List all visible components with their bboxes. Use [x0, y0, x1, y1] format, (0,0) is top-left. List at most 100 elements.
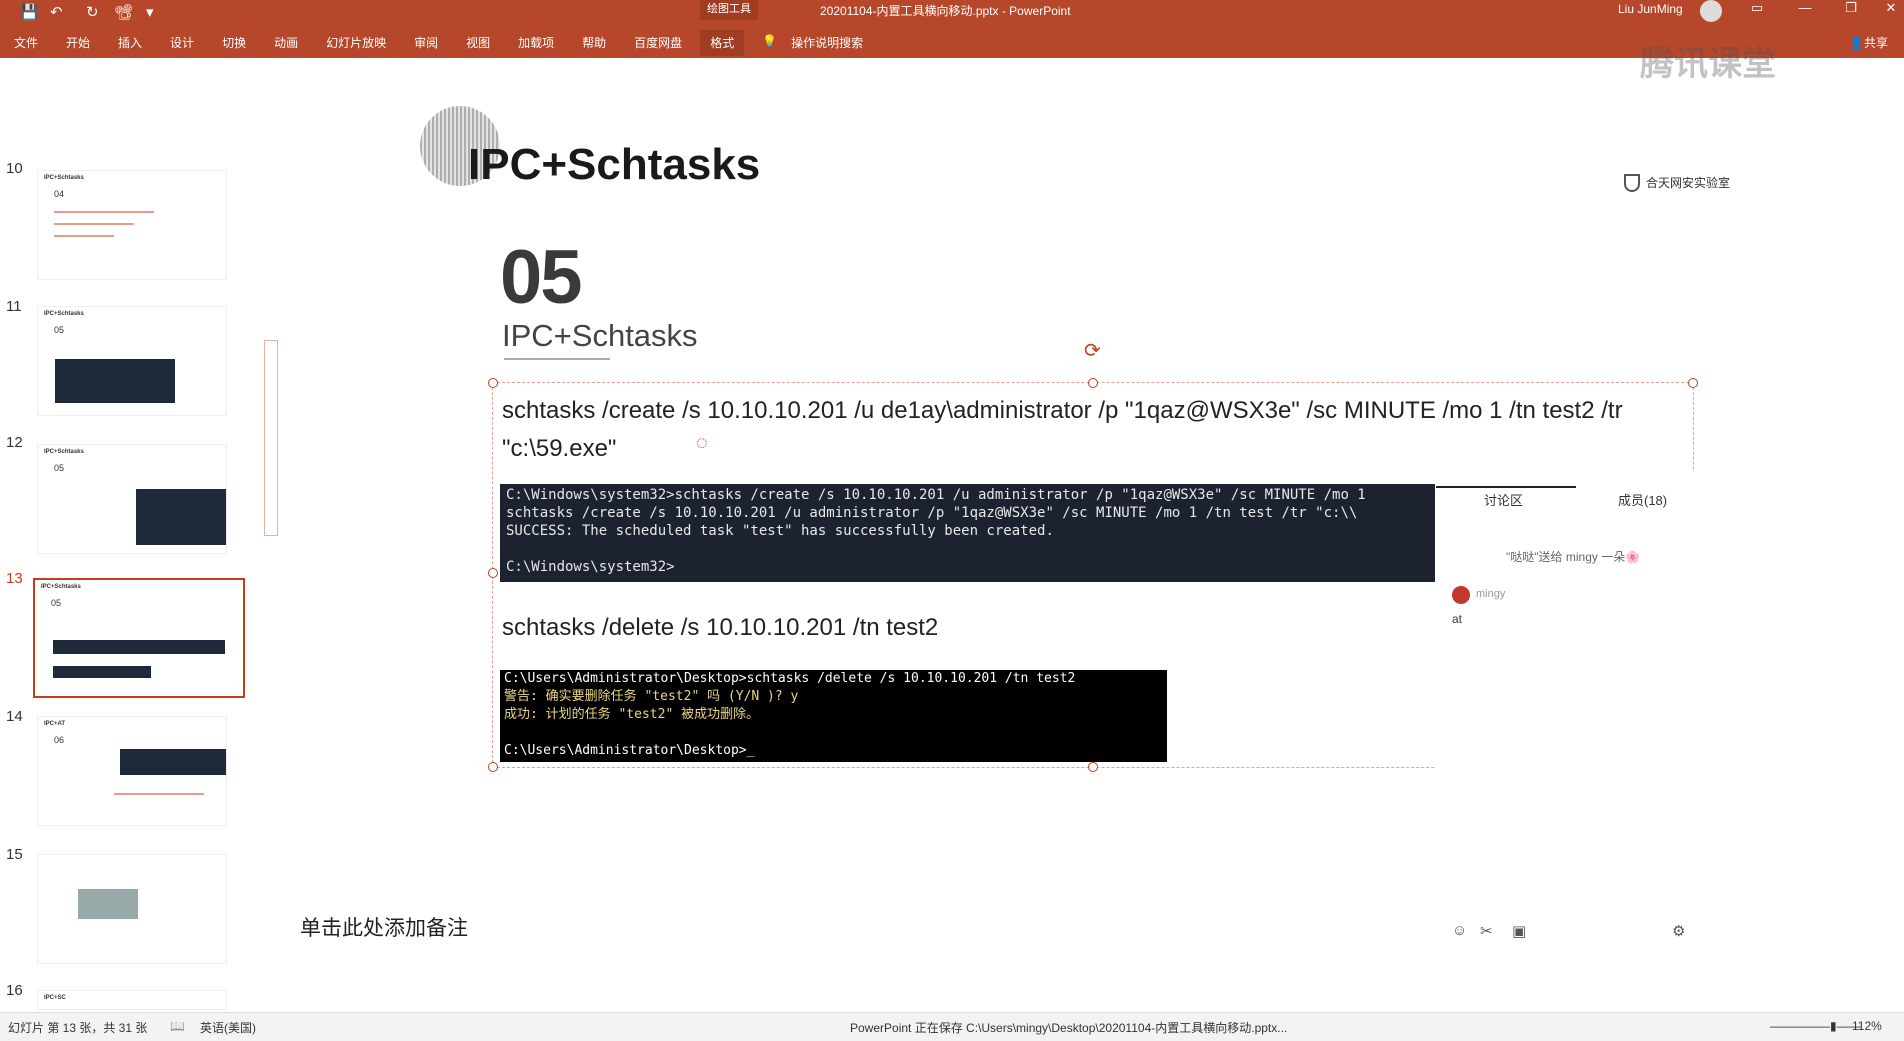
terminal-line: SUCCESS: The scheduled task "test" has s…: [506, 523, 1054, 539]
tab-file[interactable]: 文件: [14, 30, 38, 56]
slide-thumbnail[interactable]: IPC+Schtasks 04: [37, 170, 227, 280]
terminal-line: C:\Users\Administrator\Desktop>schtasks …: [504, 671, 1076, 686]
slide-number: 12: [6, 434, 23, 451]
terminal-screenshot-delete: C:\Users\Administrator\Desktop>schtasks …: [500, 670, 1167, 762]
terminal-line: C:\Windows\system32>schtasks /create /s …: [506, 487, 1366, 503]
tab-addins[interactable]: 加载项: [518, 30, 554, 56]
chat-user-name[interactable]: mingy: [1476, 588, 1505, 600]
shield-icon: [1624, 174, 1640, 192]
tab-transitions[interactable]: 切换: [222, 30, 246, 56]
tab-animations[interactable]: 动画: [274, 30, 298, 56]
emoji-icon[interactable]: ☺: [1452, 922, 1467, 939]
slide-number: 10: [6, 160, 23, 177]
command-create-text[interactable]: schtasks /create /s 10.10.10.201 /u de1a…: [502, 392, 1682, 468]
section-number[interactable]: 05: [500, 234, 583, 321]
slide-title[interactable]: IPC+Schtasks: [468, 140, 760, 190]
resize-handle[interactable]: [1088, 378, 1098, 388]
resize-handle[interactable]: [488, 762, 498, 772]
avatar[interactable]: [1700, 0, 1722, 22]
tab-help[interactable]: 帮助: [582, 30, 606, 56]
thumb-number: 06: [54, 735, 65, 745]
title-bar: 💾 ↶ ↻ 📽 ▾ 绘图工具 20201104-内置工具横向移动.pptx - …: [0, 0, 1904, 58]
slideshow-icon[interactable]: 📽: [114, 3, 133, 21]
redo-icon[interactable]: ↻: [86, 3, 99, 21]
tab-indicator: [1436, 486, 1576, 488]
slide-number: 16: [6, 982, 23, 999]
thumb-title: IPC+Schtasks: [44, 449, 84, 455]
slide-thumbnail[interactable]: IPC+SC: [37, 990, 227, 1010]
tab-home[interactable]: 开始: [66, 30, 90, 56]
thumb-number: 05: [54, 325, 65, 335]
slide-thumbnail[interactable]: IPC+Schtasks 05: [37, 444, 227, 554]
chat-message: at: [1452, 612, 1463, 626]
scissors-icon[interactable]: ✂: [1480, 922, 1493, 940]
divider: [504, 358, 610, 360]
ribbon-display-icon[interactable]: ▭: [1742, 0, 1772, 16]
thumb-number: 05: [51, 598, 62, 608]
terminal-line: ​: [504, 724, 1163, 742]
slide-number: 13: [6, 570, 23, 587]
slide-number: 14: [6, 708, 23, 725]
terminal-line: C:\Users\Administrator\Desktop>_: [504, 743, 755, 758]
thumb-title: IPC+AT: [44, 721, 66, 727]
notes-placeholder[interactable]: 单击此处添加备注: [300, 912, 468, 942]
thumb-number: 04: [54, 189, 65, 199]
chat-panel: 讨论区 成员(18) "哒哒"送给 mingy 一朵🌸 mingy at ☺ ✂…: [1436, 470, 1716, 1040]
rotate-handle-icon[interactable]: ⟳: [1084, 338, 1101, 363]
section-title[interactable]: IPC+Schtasks: [502, 318, 698, 354]
thumb-title: IPC+Schtasks: [44, 175, 84, 181]
resize-handle[interactable]: [1688, 378, 1698, 388]
tab-design[interactable]: 设计: [170, 30, 194, 56]
slide-thumbnail[interactable]: IPC+AT 06: [37, 716, 227, 826]
document-title: 20201104-内置工具横向移动.pptx - PowerPoint: [820, 4, 1071, 18]
slide-thumbnail-selected[interactable]: IPC+Schtasks 05: [33, 578, 245, 698]
save-icon[interactable]: 💾: [20, 3, 39, 21]
system-message: "哒哒"送给 mingy 一朵🌸: [1506, 550, 1641, 564]
close-icon[interactable]: ✕: [1876, 0, 1904, 16]
tab-discussion[interactable]: 讨论区: [1484, 490, 1523, 509]
thumb-number: 05: [54, 463, 65, 473]
settings-icon[interactable]: ⚙: [1672, 922, 1685, 940]
logo-text: 合天网安实验室: [1646, 176, 1731, 190]
slide-thumbnail[interactable]: IPC+Schtasks 05: [37, 306, 227, 416]
resize-handle[interactable]: [1088, 762, 1098, 772]
spellcheck-icon[interactable]: 📖: [170, 1019, 185, 1033]
thumb-title: IPC+Schtasks: [41, 584, 81, 590]
avatar[interactable]: [1452, 586, 1470, 604]
user-name[interactable]: Liu JunMing: [1618, 2, 1683, 16]
share-label: 共享: [1863, 36, 1888, 50]
terminal-screenshot-create: C:\Windows\system32> schtasks /create /s …: [500, 484, 1435, 582]
thumb-title: IPC+Schtasks: [44, 311, 84, 317]
thumb-title: IPC+SC: [44, 995, 66, 1001]
share-button[interactable]: 👤共享: [1849, 34, 1888, 51]
command-delete-text[interactable]: schtasks /delete /s 10.10.10.201 /tn tes…: [502, 614, 938, 642]
slide-info[interactable]: 幻灯片 第 13 张，共 31 张: [8, 1019, 147, 1036]
tell-me-search[interactable]: 操作说明搜索: [791, 30, 863, 56]
terminal-line: C:\Windows\system32>: [506, 559, 675, 575]
tab-view[interactable]: 视图: [466, 30, 490, 56]
zoom-slider[interactable]: —————▮——: [1770, 1019, 1861, 1033]
saving-status: PowerPoint 正在保存 C:\Users\mingy\Desktop\2…: [850, 1021, 1288, 1035]
tab-format[interactable]: 格式: [700, 30, 745, 56]
tab-insert[interactable]: 插入: [118, 30, 142, 56]
tab-review[interactable]: 审阅: [414, 30, 438, 56]
watermark: 腾讯课堂: [1640, 45, 1776, 83]
language[interactable]: 英语(美国): [200, 1019, 256, 1036]
resize-handle[interactable]: [488, 568, 498, 578]
image-icon[interactable]: ▣: [1512, 922, 1526, 940]
panel-scrollbar[interactable]: [264, 340, 278, 536]
lightbulb-icon: 💡: [762, 34, 778, 48]
status-bar: 幻灯片 第 13 张，共 31 张 📖 英语(美国) PowerPoint 正在…: [0, 1012, 1904, 1041]
slide-thumbnail[interactable]: [37, 854, 227, 964]
zoom-level[interactable]: 112%: [1852, 1019, 1882, 1033]
resize-handle[interactable]: [488, 378, 498, 388]
undo-icon[interactable]: ↶: [50, 3, 63, 21]
restore-icon[interactable]: ❐: [1836, 0, 1866, 16]
minimize-icon[interactable]: —: [1790, 0, 1820, 15]
tab-members[interactable]: 成员(18): [1618, 490, 1667, 509]
slide-number: 15: [6, 846, 23, 863]
customize-quick-access-icon[interactable]: ▾: [146, 3, 154, 21]
context-tool-label: 绘图工具: [700, 0, 758, 20]
tab-slideshow[interactable]: 幻灯片放映: [326, 30, 386, 56]
tab-baidu[interactable]: 百度网盘: [634, 30, 682, 56]
